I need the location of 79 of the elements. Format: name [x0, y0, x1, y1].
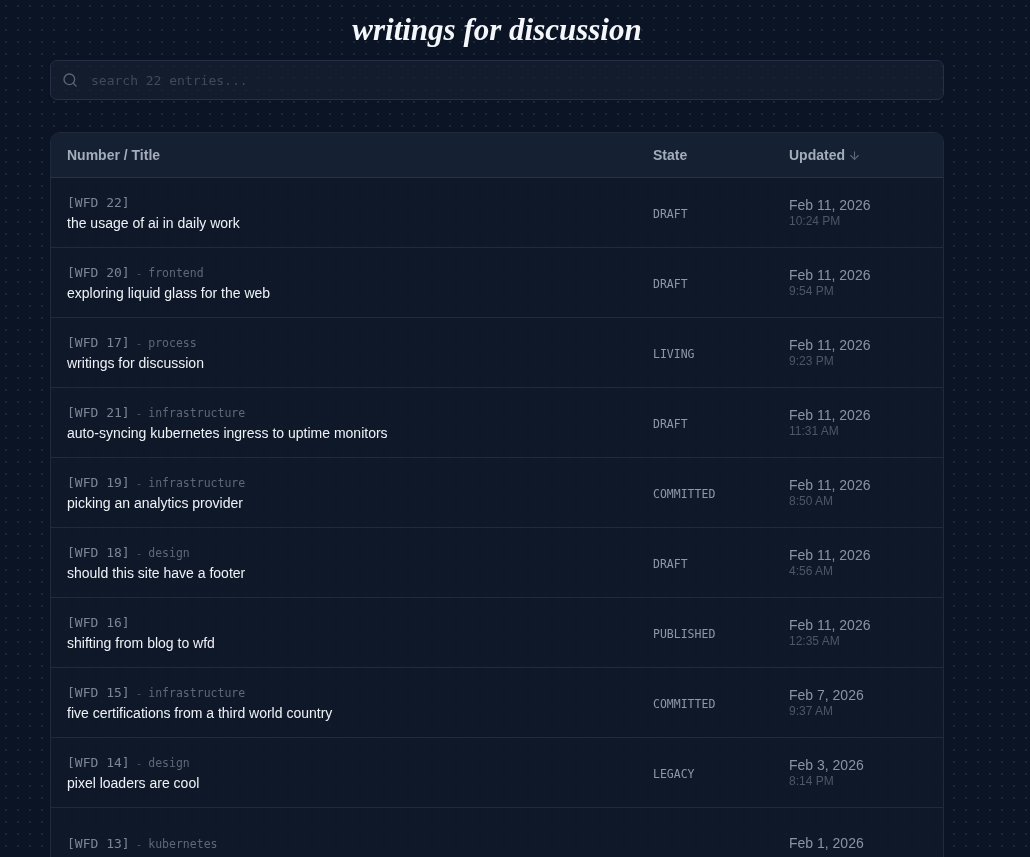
entry-title: auto-syncing kubernetes ingress to uptime monitors: [67, 424, 389, 441]
separator-dash: -: [135, 336, 143, 350]
updated-date: Feb 7, 2026: [789, 687, 865, 703]
entry-title: picking an analytics provider: [67, 494, 244, 511]
entry-row[interactable]: [WFD 15] - infrastructure five certifications from a third world country COMMITTED Feb 7, 2026 9:37 AM: [51, 668, 943, 738]
updated-time: 9:23 PM: [789, 354, 835, 368]
entry-title: shifting from blog to wfd: [67, 634, 216, 651]
search-icon: [62, 72, 78, 88]
entry-row[interactable]: [WFD 21] - infrastructure auto-syncing kubernetes ingress to uptime monitors DRAFT Feb 11, 2026 11:31 AM: [51, 388, 943, 458]
entry-title: the usage of ai in daily work: [67, 214, 241, 231]
entry-number: [WFD 22]: [67, 194, 130, 210]
entry-number: [WFD 18]: [67, 544, 130, 560]
entry-title: pixel loaders are cool: [67, 774, 201, 791]
entry-row[interactable]: [WFD 18] - design should this site have a footer DRAFT Feb 11, 2026 4:56 AM: [51, 528, 943, 598]
entry-number: [WFD 13]: [67, 835, 130, 851]
separator-dash: -: [135, 546, 143, 560]
entry-row[interactable]: [WFD 17] - process writings for discussion LIVING Feb 11, 2026 9:23 PM: [51, 318, 943, 388]
entry-title: five certifications from a third world country: [67, 704, 334, 721]
entry-row[interactable]: [WFD 19] - infrastructure picking an analytics provider COMMITTED Feb 11, 2026 8:50 AM: [51, 458, 943, 528]
entry-state: DRAFT: [653, 276, 688, 291]
entry-row[interactable]: [WFD 22] the usage of ai in daily work DRAFT Feb 11, 2026 10:24 PM: [51, 178, 943, 248]
column-header[interactable]: Updated: [789, 147, 845, 163]
separator-dash: -: [135, 756, 143, 770]
entry-row[interactable]: [WFD 16] shifting from blog to wfd PUBLISHED Feb 11, 2026 12:35 AM: [51, 598, 943, 668]
entry-state: LEGACY: [653, 766, 695, 781]
updated-date: Feb 3, 2026: [789, 757, 865, 773]
updated-time: 10:24 PM: [789, 214, 842, 228]
updated-date: Feb 11, 2026: [789, 267, 872, 283]
entry-number: [WFD 19]: [67, 474, 130, 490]
entry-title: should this site have a footer: [67, 564, 247, 581]
updated-time: 9:54 PM: [789, 284, 835, 298]
updated-date: Feb 11, 2026: [789, 547, 872, 563]
entry-tag: infrastructure: [148, 405, 246, 420]
updated-date: Feb 1, 2026: [789, 835, 865, 851]
updated-time: 9:37 AM: [789, 704, 835, 718]
updated-time: 11:31 AM: [789, 424, 840, 438]
separator-dash: -: [135, 266, 143, 280]
entry-state: COMMITTED: [653, 696, 716, 711]
updated-time: 8:14 PM: [789, 774, 835, 788]
updated-date: Feb 11, 2026: [789, 197, 872, 213]
separator-dash: -: [135, 406, 143, 420]
entry-number: [WFD 15]: [67, 684, 130, 700]
arrow-down-icon: [848, 148, 861, 162]
updated-time: 8:50 AM: [789, 494, 835, 508]
entry-number: [WFD 20]: [67, 264, 130, 280]
entry-state: COMMITTED: [653, 486, 716, 501]
entry-state: LIVING: [653, 346, 695, 361]
entry-number: [WFD 14]: [67, 754, 130, 770]
entry-tag: kubernetes: [148, 836, 218, 851]
entry-row[interactable]: [WFD 20] - frontend exploring liquid glass for the web DRAFT Feb 11, 2026 9:54 PM: [51, 248, 943, 318]
entry-state: DRAFT: [653, 556, 688, 571]
entry-tag: frontend: [148, 265, 204, 280]
column-header: State: [653, 147, 688, 163]
separator-dash: -: [135, 476, 143, 490]
updated-date: Feb 11, 2026: [789, 407, 872, 423]
entry-tag: infrastructure: [148, 475, 246, 490]
entry-state: DRAFT: [653, 206, 688, 221]
entry-title: exploring liquid glass for the web: [67, 284, 272, 301]
entry-tag: design: [148, 755, 190, 770]
entry-tag: process: [148, 335, 197, 350]
entry-tag: design: [148, 545, 190, 560]
updated-date: Feb 11, 2026: [789, 617, 872, 633]
updated-date: Feb 11, 2026: [789, 477, 872, 493]
updated-time: 12:35 AM: [789, 634, 841, 648]
page-title: writings for discussion: [352, 12, 642, 47]
entry-row[interactable]: [WFD 13] - kubernetes Feb 1, 2026: [51, 808, 943, 857]
separator-dash: -: [135, 686, 143, 700]
entry-number: [WFD 21]: [67, 404, 130, 420]
entry-state: PUBLISHED: [653, 626, 716, 641]
updated-time: 4:56 AM: [789, 564, 835, 578]
entry-state: DRAFT: [653, 416, 688, 431]
entry-title: writings for discussion: [67, 354, 205, 371]
column-header: Number / Title: [67, 147, 161, 163]
entry-number: [WFD 16]: [67, 614, 130, 630]
entry-number: [WFD 17]: [67, 334, 130, 350]
entry-row[interactable]: [WFD 14] - design pixel loaders are cool LEGACY Feb 3, 2026 8:14 PM: [51, 738, 943, 808]
entry-tag: infrastructure: [148, 685, 246, 700]
updated-date: Feb 11, 2026: [789, 337, 872, 353]
separator-dash: -: [135, 837, 143, 851]
